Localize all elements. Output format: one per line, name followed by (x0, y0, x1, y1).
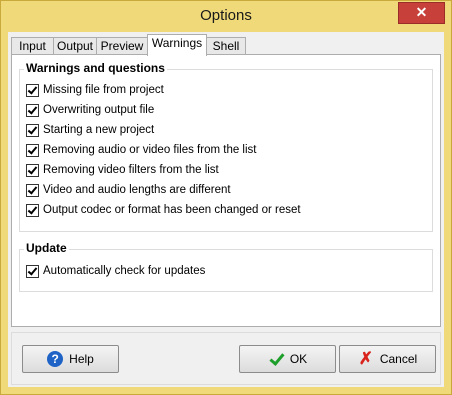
options-dialog: Options ✕ Input Output Preview Warnings … (0, 0, 452, 395)
checkbox-label: Removing audio or video files from the l… (43, 144, 257, 156)
warnings-groupbox: Warnings and questions Missing file from… (19, 61, 433, 232)
checkbox-box[interactable] (26, 163, 39, 177)
checkbox-removing-filters[interactable]: Removing video filters from the list (26, 162, 219, 178)
checkbox-missing-file[interactable]: Missing file from project (26, 82, 164, 98)
tab-shell[interactable]: Shell (206, 37, 246, 55)
help-button-label: Help (69, 352, 94, 366)
tab-preview[interactable]: Preview (96, 37, 148, 55)
checkbox-removing-files[interactable]: Removing audio or video files from the l… (26, 142, 257, 158)
tab-warnings[interactable]: Warnings (147, 34, 207, 56)
warnings-tab-panel: Warnings and questions Missing file from… (11, 54, 441, 327)
checkbox-box[interactable] (26, 143, 39, 157)
close-button[interactable]: ✕ (398, 2, 445, 24)
checkbox-codec-changed[interactable]: Output codec or format has been changed … (26, 202, 301, 218)
checkbox-label: Missing file from project (43, 84, 164, 96)
checkbox-label: Output codec or format has been changed … (43, 204, 301, 216)
checkbox-box[interactable] (26, 203, 39, 217)
button-bar: ? Help OK ✗ Cancel (11, 332, 441, 385)
checkbox-new-project[interactable]: Starting a new project (26, 122, 154, 138)
help-button[interactable]: ? Help (22, 345, 119, 373)
checkbox-length-different[interactable]: Video and audio lengths are different (26, 182, 231, 198)
tab-input[interactable]: Input (11, 37, 54, 55)
checkbox-label: Automatically check for updates (43, 265, 206, 277)
checkbox-label: Video and audio lengths are different (43, 184, 231, 196)
checkbox-overwriting-output[interactable]: Overwriting output file (26, 102, 154, 118)
close-icon: ✕ (415, 4, 428, 20)
checkbox-box[interactable] (26, 83, 39, 97)
warnings-group-title: Warnings and questions (24, 61, 167, 75)
cancel-button-label: Cancel (379, 352, 418, 366)
checkbox-box[interactable] (26, 103, 39, 117)
checkbox-box[interactable] (26, 183, 39, 197)
checkbox-label: Removing video filters from the list (43, 164, 219, 176)
update-group-title: Update (24, 241, 69, 255)
checkbox-auto-update[interactable]: Automatically check for updates (26, 263, 205, 279)
checkbox-box[interactable] (26, 264, 39, 278)
tab-output[interactable]: Output (53, 37, 97, 55)
checkbox-box[interactable] (26, 123, 39, 137)
cancel-button[interactable]: ✗ Cancel (339, 345, 436, 373)
title-bar[interactable]: Options ✕ (1, 1, 451, 32)
dialog-body: Input Output Preview Warnings Shell Warn… (8, 32, 444, 387)
cancel-x-icon: ✗ (358, 349, 373, 368)
checkmark-icon (268, 351, 284, 367)
ok-button-label: OK (289, 352, 308, 366)
window-title: Options (200, 7, 252, 24)
checkbox-label: Starting a new project (43, 124, 155, 136)
help-icon: ? (47, 351, 64, 367)
ok-button[interactable]: OK (239, 345, 336, 373)
update-groupbox: Update Automatically check for updates (19, 241, 433, 292)
checkbox-label: Overwriting output file (43, 104, 155, 116)
